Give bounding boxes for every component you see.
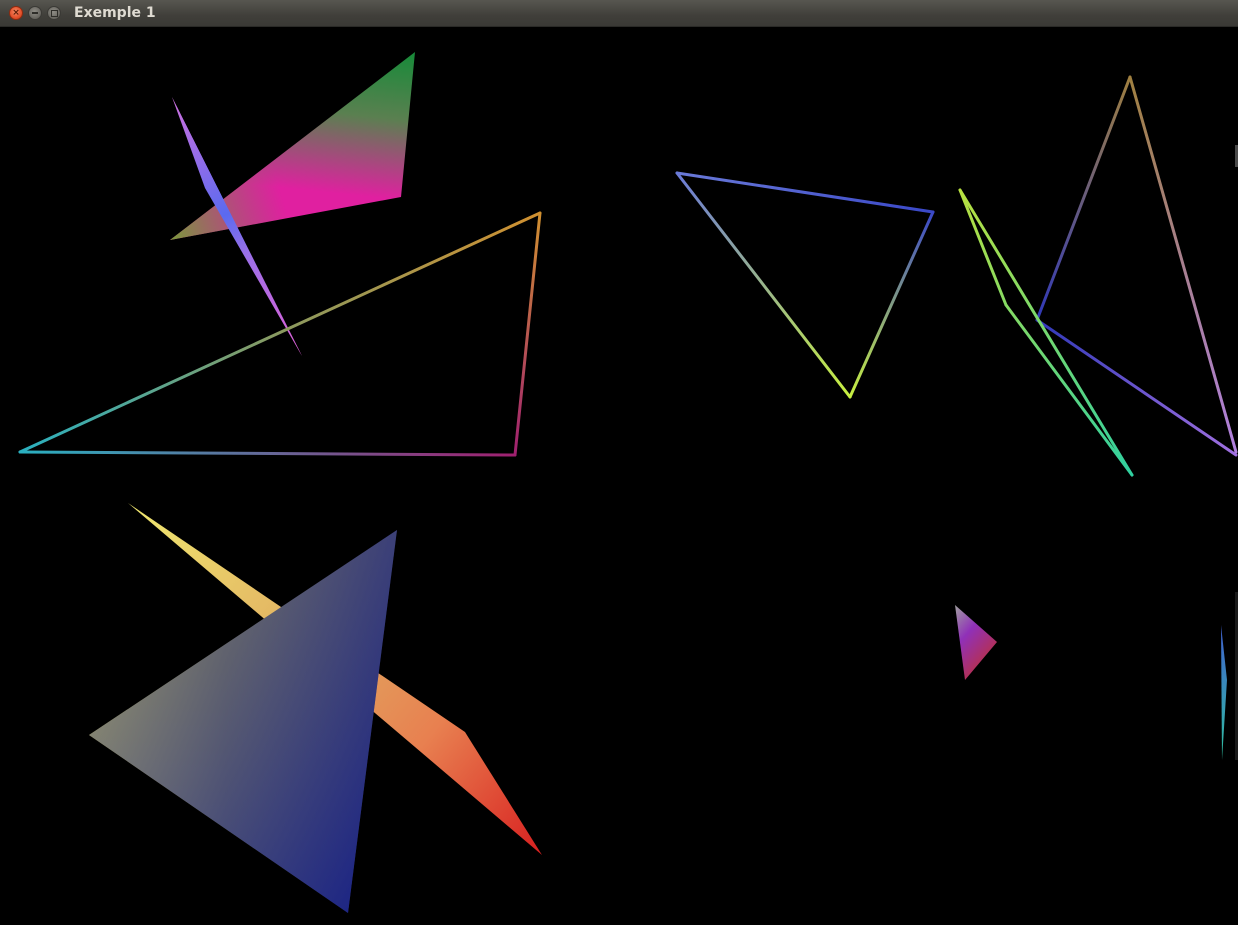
close-icon: ×	[12, 7, 20, 18]
window-title: Exemple 1	[74, 5, 156, 21]
scene-svg	[18, 52, 1238, 913]
app-window: × Exemple 1	[0, 0, 1238, 925]
outline-sliver-right	[958, 188, 1134, 477]
minimize-button[interactable]	[28, 6, 42, 20]
close-button[interactable]: ×	[9, 6, 23, 20]
outline-triangle-right	[1035, 75, 1238, 457]
render-canvas[interactable]	[0, 27, 1238, 925]
filled-sliver-far-right	[1221, 625, 1227, 760]
outline-triangle-left	[18, 211, 542, 457]
minimize-icon	[32, 12, 38, 14]
outline-triangle-middle	[675, 171, 935, 399]
maximize-button[interactable]	[47, 6, 61, 20]
filled-triangle-small-right	[955, 605, 997, 680]
maximize-icon	[50, 9, 58, 17]
title-bar[interactable]: × Exemple 1	[0, 0, 1238, 27]
filled-quad-top-left-shade	[170, 52, 415, 240]
